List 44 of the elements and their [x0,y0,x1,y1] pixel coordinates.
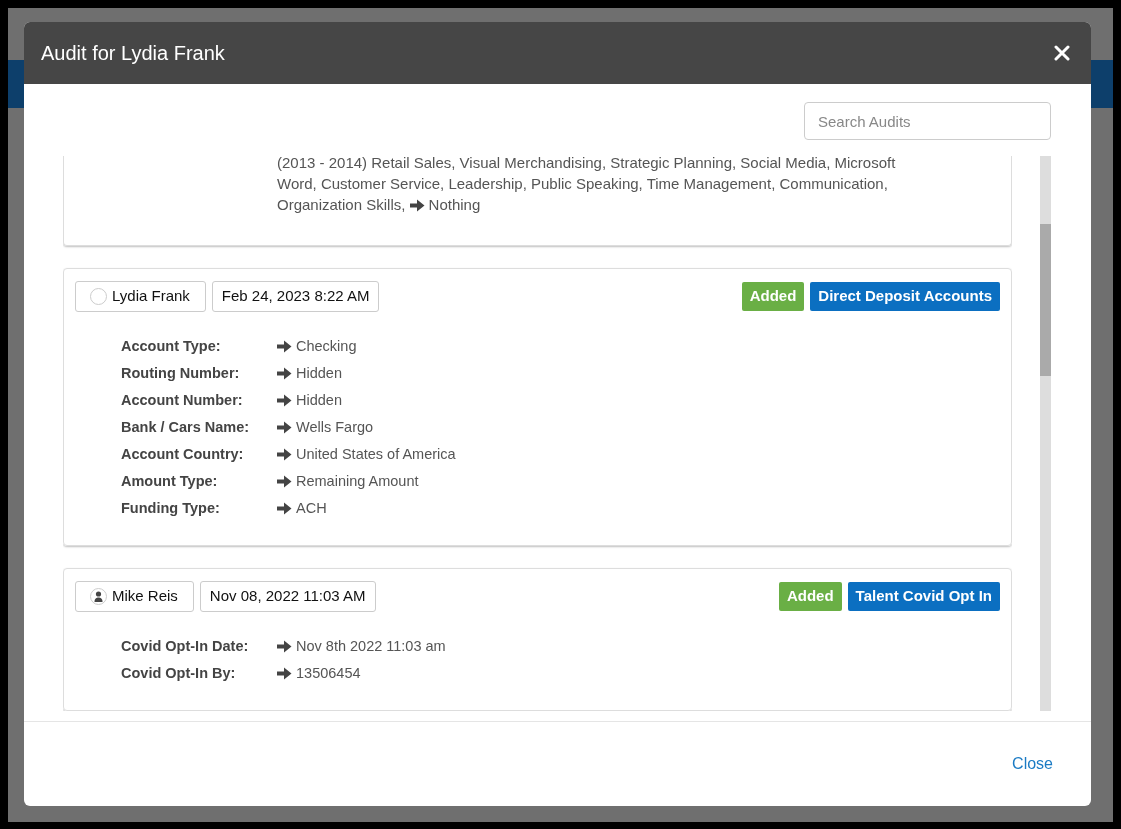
category-badge: Direct Deposit Accounts [810,282,1000,311]
field-label: Covid Opt-In Date: [121,637,250,656]
field-label: Bank / Cars Name: [121,418,251,437]
arrow-icon [277,394,292,407]
field-value: United States of America [277,444,1000,465]
dialog-title: Audit for Lydia Frank [41,41,225,66]
user-name: Mike Reis [112,586,178,607]
field-label: Account Country: [121,445,245,464]
arrow-icon [277,340,292,353]
arrow-icon [277,640,292,653]
scrollbar-track[interactable] [1040,156,1051,711]
arrow-icon [277,667,292,680]
date-chip: Nov 08, 2022 11:03 AM [199,581,376,612]
arrow-icon [277,448,292,461]
category-badge: Talent Covid Opt In [847,582,1000,611]
close-link[interactable]: Close [1012,752,1053,776]
arrow-icon [277,421,292,434]
field-value: Wells Fargo [277,417,1000,438]
scrollbar-thumb[interactable] [1040,224,1051,376]
changed-value: (2013 - 2014) Retail Sales, Visual Merchandising, Strategic Planning, Social Media, Microsoft Word, Customer Service, Leadership, Public Speaking, Time Management, Communication, Organization Skills, Nothing [277,156,897,215]
user-name: Lydia Frank [112,286,190,307]
field-value: Remaining Amount [277,471,1000,492]
field-label: Routing Number: [121,364,241,383]
action-badge: Added [778,582,842,611]
field-label: Account Type: [121,337,222,356]
search-field[interactable]: Search Audits [804,102,1051,140]
field-label: Amount Type: [121,472,219,491]
field-value: Nov 8th 2022 11:03 am [277,636,1000,657]
avatar-icon [90,288,107,305]
field-label: Covid Opt-In By: [121,664,237,683]
arrow-icon [277,475,292,488]
arrow-icon [277,367,292,380]
person-icon [90,588,107,605]
field-label: Account Number: [121,391,244,410]
date-chip: Feb 24, 2023 8:22 AM [211,281,380,312]
arrow-icon [409,199,425,212]
action-badge: Added [741,282,805,311]
field-value: ACH [277,498,1000,519]
field-value: Hidden [277,363,1000,384]
field-value: Hidden [277,390,1000,411]
arrow-icon [277,502,292,515]
field-label: Funding Type: [121,499,221,518]
field-value: Checking [277,336,1000,357]
field-value: 13506454 [277,663,1000,684]
